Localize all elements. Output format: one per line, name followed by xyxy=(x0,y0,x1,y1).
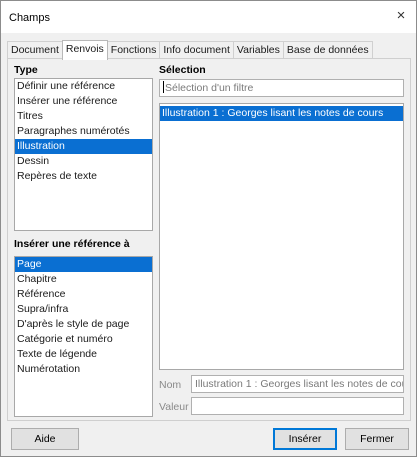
type-item-selected[interactable]: Illustration xyxy=(15,139,152,154)
type-listbox[interactable]: Définir une référence Insérer une référe… xyxy=(14,78,153,231)
name-label: Nom xyxy=(159,379,182,391)
filter-input[interactable]: Sélection d'un filtre xyxy=(159,79,404,97)
value-label: Valeur xyxy=(159,401,189,413)
insert-button[interactable]: Insérer xyxy=(273,428,337,450)
type-item[interactable]: Paragraphes numérotés xyxy=(15,124,152,139)
close-button[interactable]: Fermer xyxy=(345,428,409,450)
reference-item-selected[interactable]: Page xyxy=(15,257,152,272)
tab-bar: Document Renvois Fonctions Info document… xyxy=(7,40,373,60)
dialog-body: Document Renvois Fonctions Info document… xyxy=(1,33,416,456)
selection-listbox[interactable]: Illustration 1 : Georges lisant les note… xyxy=(159,103,404,370)
type-item[interactable]: Insérer une référence xyxy=(15,94,152,109)
tab-fonctions[interactable]: Fonctions xyxy=(106,41,161,59)
type-item[interactable]: Titres xyxy=(15,109,152,124)
tab-renvois[interactable]: Renvois xyxy=(61,40,108,60)
insert-reference-label: Insérer une référence à xyxy=(14,238,130,250)
value-field[interactable] xyxy=(191,397,404,415)
window-title: Champs xyxy=(9,12,50,24)
name-field[interactable]: Illustration 1 : Georges lisant les note… xyxy=(191,375,404,393)
tab-variables[interactable]: Variables xyxy=(232,41,284,59)
reference-item[interactable]: Référence xyxy=(15,287,152,302)
reference-item[interactable]: Texte de légende xyxy=(15,347,152,362)
reference-item[interactable]: Chapitre xyxy=(15,272,152,287)
insert-reference-listbox[interactable]: Page Chapitre Référence Supra/infra D'ap… xyxy=(14,256,153,417)
type-item[interactable]: Dessin xyxy=(15,154,152,169)
type-item[interactable]: Repères de texte xyxy=(15,169,152,184)
type-label: Type xyxy=(14,64,38,76)
champs-dialog: Champs × Document Renvois Fonctions Info… xyxy=(0,0,417,457)
reference-item[interactable]: Numérotation xyxy=(15,362,152,377)
reference-item[interactable]: D'après le style de page xyxy=(15,317,152,332)
tab-document[interactable]: Document xyxy=(7,41,63,59)
title-bar: Champs × xyxy=(1,1,416,33)
reference-item[interactable]: Supra/infra xyxy=(15,302,152,317)
tab-base-de-donnees[interactable]: Base de données xyxy=(282,41,373,59)
help-button[interactable]: Aide xyxy=(11,428,79,450)
selection-label: Sélection xyxy=(159,64,206,76)
type-item[interactable]: Définir une référence xyxy=(15,79,152,94)
reference-item[interactable]: Catégorie et numéro xyxy=(15,332,152,347)
close-icon[interactable]: × xyxy=(390,5,412,27)
tab-info-document[interactable]: Info document xyxy=(159,41,234,59)
selection-item-selected[interactable]: Illustration 1 : Georges lisant les note… xyxy=(160,106,403,121)
renvois-panel: Type Définir une référence Insérer une r… xyxy=(7,58,411,421)
